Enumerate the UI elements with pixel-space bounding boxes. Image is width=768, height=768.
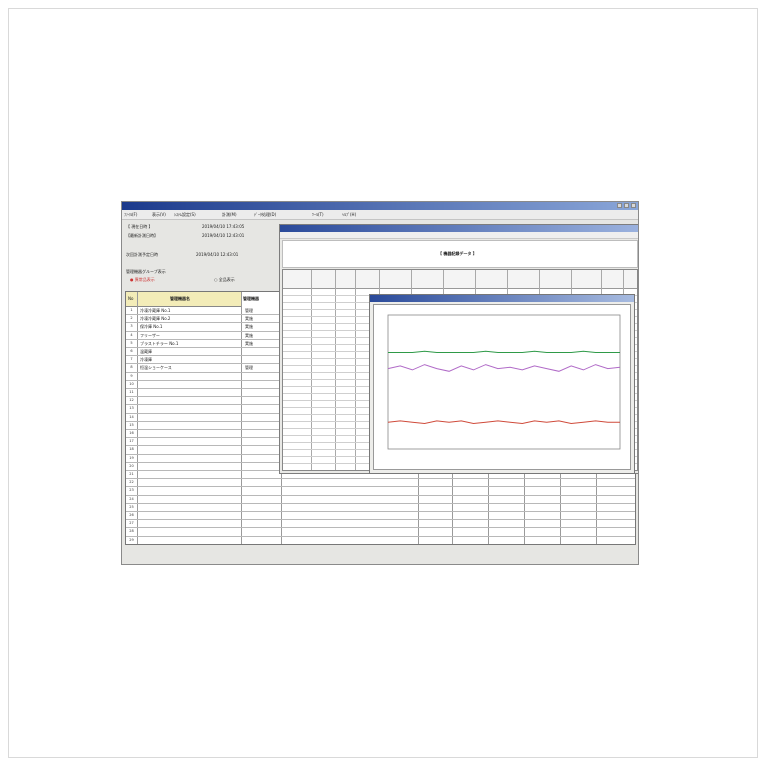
table-row[interactable]: 24 (126, 495, 635, 503)
chart-window (369, 294, 635, 474)
table-row[interactable]: 26 (126, 511, 635, 519)
chart-area (373, 304, 631, 470)
table-row[interactable]: 28 (126, 527, 635, 535)
row-number: 23 (129, 488, 134, 493)
row-number: 4 (130, 332, 133, 337)
detail-info-panel: 【 機器記録データ 】 (282, 240, 638, 268)
radio-abnormal-label: 異常品表示 (134, 277, 155, 282)
detail-title: 【 機器記録データ 】 (438, 251, 477, 256)
equipment-name: 冷凍冷蔵庫 No.2 (140, 316, 171, 322)
menu-file[interactable]: ﾌｧｲﾙ(F) (124, 212, 137, 218)
row-number: 5 (130, 340, 133, 345)
menu-system[interactable]: ｼｽﾃﾑ設定(S) (174, 212, 196, 218)
next-measure-label: 次回計測予定日時 (126, 252, 158, 257)
equipment-status: 管理 (245, 308, 253, 313)
row-number: 24 (129, 496, 134, 501)
radio-indicator-icon: ○ (214, 277, 218, 282)
menu-help[interactable]: ﾍﾙﾌﾟ(H) (342, 212, 356, 218)
main-window: ﾌｧｲﾙ(F) 表示(V) ｼｽﾃﾑ設定(S) 計測(M) ﾃﾞｰﾀ処理(D) … (121, 201, 639, 565)
col-status: 管理機器 (243, 296, 259, 301)
row-number: 26 (129, 513, 134, 517)
row-number: 27 (129, 521, 134, 526)
row-number: 18 (129, 447, 134, 452)
equipment-name: ブラストチラー No.1 (140, 340, 179, 346)
row-number: 10 (129, 381, 134, 386)
menu-tools[interactable]: ﾂｰﾙ(T) (312, 212, 324, 218)
row-number: 14 (129, 414, 134, 419)
row-number: 6 (130, 349, 133, 353)
table-row[interactable]: 27 (126, 519, 635, 527)
equipment-status: 管理 (245, 365, 253, 371)
row-number: 3 (130, 324, 133, 329)
group-label: 管理機器グループ表示 (126, 269, 166, 274)
line-chart (374, 305, 630, 469)
equipment-status: 実施 (245, 332, 253, 338)
menu-view[interactable]: 表示(V) (152, 212, 166, 218)
row-number: 1 (130, 308, 133, 312)
table-header: No 管理機器名 管理機器 (126, 292, 259, 307)
col-name: 管理機器名 (170, 296, 190, 301)
menu-data[interactable]: ﾃﾞｰﾀ処理(D) (254, 212, 276, 218)
table-row[interactable]: 23 (126, 486, 635, 494)
equipment-status: 実施 (245, 324, 253, 330)
row-number: 22 (129, 480, 134, 485)
current-time-label: 【 現在日時 】 (126, 224, 153, 229)
title-bar (122, 202, 638, 210)
menu-bar: ﾌｧｲﾙ(F) 表示(V) ｼｽﾃﾑ設定(S) 計測(M) ﾃﾞｰﾀ処理(D) … (122, 210, 638, 220)
maximize-icon[interactable] (624, 203, 629, 208)
radio-all[interactable]: ○ 全品表示 (214, 277, 235, 283)
table-row[interactable]: 29 (126, 536, 635, 544)
detail-table-header (283, 270, 637, 289)
row-number: 20 (129, 463, 134, 468)
current-time-value: 2019/04/10 17:43:05 (202, 224, 245, 229)
minimize-icon[interactable] (617, 203, 622, 208)
equipment-name: 保冷庫 No.1 (140, 324, 163, 330)
table-row[interactable]: 25 (126, 503, 635, 511)
col-no: No (128, 296, 134, 301)
row-number: 13 (129, 406, 134, 411)
equipment-name: 温蔵庫 (140, 349, 152, 354)
equipment-name: 冷凍冷蔵庫 No.1 (140, 308, 171, 313)
detail-toolbar (280, 232, 638, 239)
row-number: 19 (129, 455, 134, 460)
next-measure-value: 2019/04/10 12:43:01 (196, 252, 239, 257)
radio-abnormal[interactable]: ● 異常品表示 (130, 277, 155, 283)
equipment-name: 冷凍庫 (140, 357, 152, 363)
radio-all-label: 全品表示 (218, 277, 235, 282)
detail-title-bar (280, 225, 638, 232)
equipment-name: 恒温ショーケース (140, 365, 172, 371)
last-measure-value: 2019/04/10 12:43:01 (202, 233, 245, 238)
equipment-name: フリーザー (140, 332, 160, 338)
plot-frame (387, 314, 621, 450)
row-number: 11 (129, 390, 134, 394)
row-number: 21 (129, 472, 134, 476)
row-number: 25 (129, 504, 134, 509)
row-number: 2 (130, 316, 133, 321)
row-number: 8 (130, 365, 133, 370)
chart-title-bar (370, 295, 634, 302)
radio-indicator-icon: ● (130, 277, 134, 282)
row-number: 17 (129, 439, 134, 444)
row-number: 9 (130, 373, 133, 378)
equipment-status: 実施 (245, 340, 253, 346)
equipment-status: 実施 (245, 316, 253, 322)
menu-measure[interactable]: 計測(M) (222, 212, 237, 218)
row-number: 29 (129, 537, 134, 542)
row-number: 15 (129, 422, 134, 427)
table-row[interactable]: 22 (126, 478, 635, 486)
row-number: 12 (129, 398, 134, 403)
row-number: 16 (129, 431, 134, 435)
last-measure-label: 【最新計測日時】 (126, 233, 158, 238)
row-number: 7 (130, 357, 133, 362)
close-icon[interactable] (631, 203, 636, 208)
row-number: 28 (129, 529, 134, 534)
